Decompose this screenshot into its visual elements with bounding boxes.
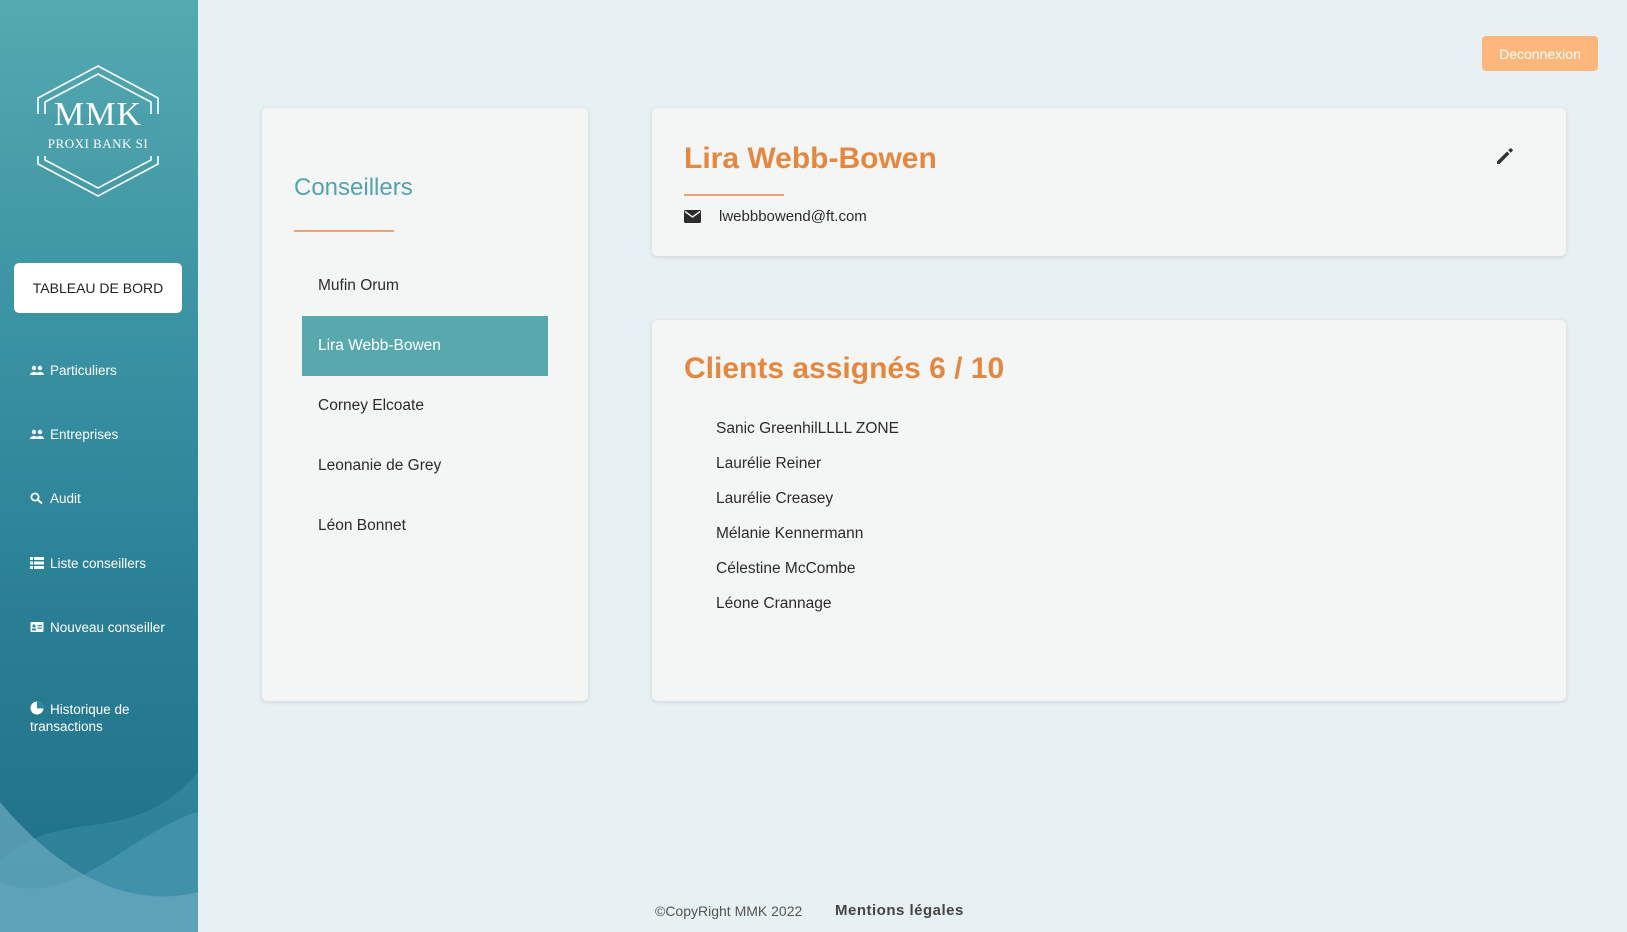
sidebar-item-label: Particuliers	[50, 363, 117, 378]
sidebar-item-particuliers[interactable]: Particuliers	[30, 362, 190, 379]
logo-subtitle: PROXI BANK SI	[47, 136, 149, 151]
sidebar-item-label: Audit	[50, 491, 81, 506]
sidebar-item-audit[interactable]: Audit	[30, 490, 190, 507]
name-underline	[684, 194, 784, 196]
client-item: Célestine McCombe	[716, 560, 856, 577]
advisor-item[interactable]: Léon Bonnet	[302, 496, 548, 556]
edit-pencil-icon[interactable]	[1495, 146, 1515, 166]
sidebar-item-label: Historique de transactions	[30, 702, 130, 734]
logout-button[interactable]: Deconnexion	[1482, 36, 1598, 71]
client-item: Sanic GreenhilLLLL ZONE	[716, 420, 899, 437]
sidebar-item-label: Nouveau conseiller	[50, 620, 165, 635]
sidebar-item-label: Liste conseillers	[50, 556, 147, 571]
footer-legal-link[interactable]: Mentions légales	[835, 902, 964, 919]
assigned-clients-title: Clients assignés 6 / 10	[684, 352, 1005, 385]
pie-chart-icon	[30, 701, 44, 715]
client-item: Laurélie Reiner	[716, 455, 822, 472]
title-underline	[294, 230, 394, 232]
client-item: Léone Crannage	[716, 595, 832, 612]
footer-copyright: ©CopyRight MMK 2022	[655, 903, 803, 919]
users-icon	[30, 365, 44, 375]
list-icon	[30, 557, 44, 569]
advisor-item[interactable]: Leonanie de Grey	[302, 436, 548, 496]
assigned-clients-card: Clients assignés 6 / 10 Sanic GreenhilLL…	[652, 320, 1566, 701]
advisor-email: lwebbbowend@ft.com	[719, 208, 867, 225]
dashboard-button[interactable]: TABLEAU DE BORD	[14, 263, 182, 313]
sidebar-wave-decoration	[0, 772, 198, 932]
advisor-item-selected[interactable]: Lira Webb-Bowen	[302, 316, 548, 376]
users-icon	[30, 429, 44, 439]
advisors-panel: Conseillers Mufin Orum Lira Webb-Bowen C…	[262, 108, 588, 701]
sidebar-item-liste-conseillers[interactable]: Liste conseillers	[30, 555, 190, 572]
advisor-item[interactable]: Mufin Orum	[302, 256, 548, 316]
sidebar-item-historique[interactable]: Historique de transactions	[30, 701, 190, 735]
sidebar-item-label: Entreprises	[50, 427, 119, 442]
client-item: Mélanie Kennermann	[716, 525, 864, 542]
search-icon	[30, 492, 43, 504]
advisors-panel-title: Conseillers	[294, 174, 413, 201]
advisor-item[interactable]: Corney Elcoate	[302, 376, 548, 436]
advisor-detail-card: Lira Webb-Bowen lwebbbowend@ft.com	[652, 108, 1566, 256]
sidebar-item-nouveau-conseiller[interactable]: Nouveau conseiller	[30, 619, 190, 636]
sidebar: MMK PROXI BANK SI TABLEAU DE BORD Partic…	[0, 0, 198, 932]
logo-brand: MMK	[53, 96, 143, 133]
client-item: Laurélie Creasey	[716, 490, 834, 507]
advisor-name: Lira Webb-Bowen	[684, 142, 937, 175]
logo: MMK PROXI BANK SI	[34, 64, 162, 198]
client-list: Sanic GreenhilLLLL ZONE Laurélie Reiner …	[716, 420, 899, 630]
id-card-icon	[30, 622, 44, 632]
envelope-icon	[684, 210, 701, 223]
email-row: lwebbbowend@ft.com	[684, 208, 867, 225]
sidebar-item-entreprises[interactable]: Entreprises	[30, 426, 190, 443]
